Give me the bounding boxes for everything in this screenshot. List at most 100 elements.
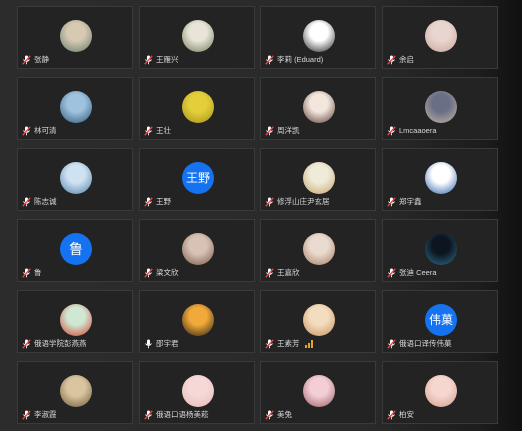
muted-microphone-icon (144, 409, 153, 420)
participant-tile[interactable]: 美兔 (260, 361, 376, 424)
avatar (303, 162, 335, 194)
participant-tile[interactable]: 俄语学院彭燕燕 (17, 290, 133, 353)
participant-tile[interactable]: 鲁鲁 (17, 219, 133, 282)
participant-tile[interactable]: 周洋凯 (260, 77, 376, 140)
participant-name: 邵宇君 (156, 339, 179, 348)
avatar (182, 20, 214, 52)
participant-label: 俄语口译传伟菓 (387, 337, 452, 350)
muted-microphone-icon (144, 54, 153, 65)
muted-microphone-icon (265, 54, 274, 65)
avatar (60, 304, 92, 336)
muted-microphone-icon (387, 267, 396, 278)
participant-label: 梁文欣 (144, 266, 179, 279)
avatar (303, 20, 335, 52)
participant-tile[interactable]: 修浮山庄尹玄居 (260, 148, 376, 211)
avatar (182, 233, 214, 265)
muted-microphone-icon (387, 125, 396, 136)
avatar (60, 20, 92, 52)
participant-name: 王嘉欣 (277, 268, 300, 277)
participant-label: 王壮 (144, 124, 171, 137)
participant-label: 修浮山庄尹玄居 (265, 195, 330, 208)
participant-tile[interactable]: 俄语口语杨美菘 (139, 361, 255, 424)
participant-tile[interactable]: 林可清 (17, 77, 133, 140)
avatar (425, 20, 457, 52)
participant-tile[interactable]: Lmcaaoera (382, 77, 498, 140)
avatar (60, 162, 92, 194)
avatar (182, 304, 214, 336)
muted-microphone-icon (265, 196, 274, 207)
participant-tile[interactable]: 张迪 Ceera (382, 219, 498, 282)
participant-name: 修浮山庄尹玄居 (277, 197, 330, 206)
avatar: 王野 (182, 162, 214, 194)
participant-label: 郑宇鑫 (387, 195, 422, 208)
participant-tile[interactable]: 邵宇君 (139, 290, 255, 353)
participant-tile[interactable]: 李莉 (Eduard) (260, 6, 376, 69)
participant-label: 张迪 Ceera (387, 266, 437, 279)
participant-label: 陈志诚 (22, 195, 57, 208)
muted-microphone-icon (144, 196, 153, 207)
participant-tile[interactable]: 王雁兴 (139, 6, 255, 69)
participant-tile[interactable]: 张静 (17, 6, 133, 69)
participant-grid: 张静 王雁兴 李莉 (Eduard) 余启林可清 王壮 周洋凯 Lmcaaoera 陈志诚 王野… (0, 0, 522, 431)
participant-label: 邵宇君 (144, 337, 179, 350)
avatar (425, 162, 457, 194)
avatar (303, 91, 335, 123)
muted-microphone-icon (265, 267, 274, 278)
muted-microphone-icon (387, 409, 396, 420)
muted-microphone-icon (144, 267, 153, 278)
participant-name: 周洋凯 (277, 126, 300, 135)
participant-tile[interactable]: 王野 王野 (139, 148, 255, 211)
participant-tile[interactable]: 余启 (382, 6, 498, 69)
participant-label: 柏安 (387, 408, 414, 421)
muted-microphone-icon (387, 338, 396, 349)
muted-microphone-icon (22, 196, 31, 207)
participant-label: 余启 (387, 53, 414, 66)
muted-microphone-icon (22, 338, 31, 349)
participant-tile[interactable]: 李淑霞 (17, 361, 133, 424)
participant-name: 俄语学院彭燕燕 (34, 339, 87, 348)
participant-label: 李淑霞 (22, 408, 57, 421)
avatar (182, 91, 214, 123)
participant-label: 周洋凯 (265, 124, 300, 137)
participant-name: 郑宇鑫 (399, 197, 422, 206)
avatar (60, 91, 92, 123)
avatar (425, 233, 457, 265)
participant-name: 俄语口译传伟菓 (399, 339, 452, 348)
participant-label: Lmcaaoera (387, 124, 437, 137)
participant-name: 余启 (399, 55, 414, 64)
muted-microphone-icon (387, 54, 396, 65)
avatar: 伟菓 (425, 304, 457, 336)
participant-name: 李莉 (Eduard) (277, 55, 324, 64)
participant-label: 俄语学院彭燕燕 (22, 337, 87, 350)
participant-name: 梁文欣 (156, 268, 179, 277)
avatar (425, 91, 457, 123)
participant-name: 张静 (34, 55, 49, 64)
participant-tile[interactable]: 郑宇鑫 (382, 148, 498, 211)
muted-microphone-icon (22, 267, 31, 278)
participant-label: 鲁 (22, 266, 42, 279)
participant-name: 王雁兴 (156, 55, 179, 64)
participant-name: 鲁 (34, 268, 42, 277)
participant-tile[interactable]: 伟菓俄语口译传伟菓 (382, 290, 498, 353)
microphone-icon (145, 339, 152, 348)
participant-tile[interactable]: 梁文欣 (139, 219, 255, 282)
participant-tile[interactable]: 陈志诚 (17, 148, 133, 211)
avatar (303, 304, 335, 336)
avatar: 鲁 (60, 233, 92, 265)
avatar (60, 375, 92, 407)
participant-label: 王嘉欣 (265, 266, 300, 279)
participant-label: 王素芳 (265, 337, 313, 350)
participant-name: 陈志诚 (34, 197, 57, 206)
participant-name: 俄语口语杨美菘 (156, 410, 209, 419)
avatar (303, 375, 335, 407)
participant-tile[interactable]: 王壮 (139, 77, 255, 140)
participant-label: 王野 (144, 195, 171, 208)
muted-microphone-icon (265, 338, 274, 349)
avatar (182, 375, 214, 407)
participant-tile[interactable]: 王素芳 (260, 290, 376, 353)
participant-label: 林可清 (22, 124, 57, 137)
participant-tile[interactable]: 王嘉欣 (260, 219, 376, 282)
signal-bars-icon (304, 339, 313, 348)
participant-tile[interactable]: 柏安 (382, 361, 498, 424)
participant-name: 美兔 (277, 410, 292, 419)
